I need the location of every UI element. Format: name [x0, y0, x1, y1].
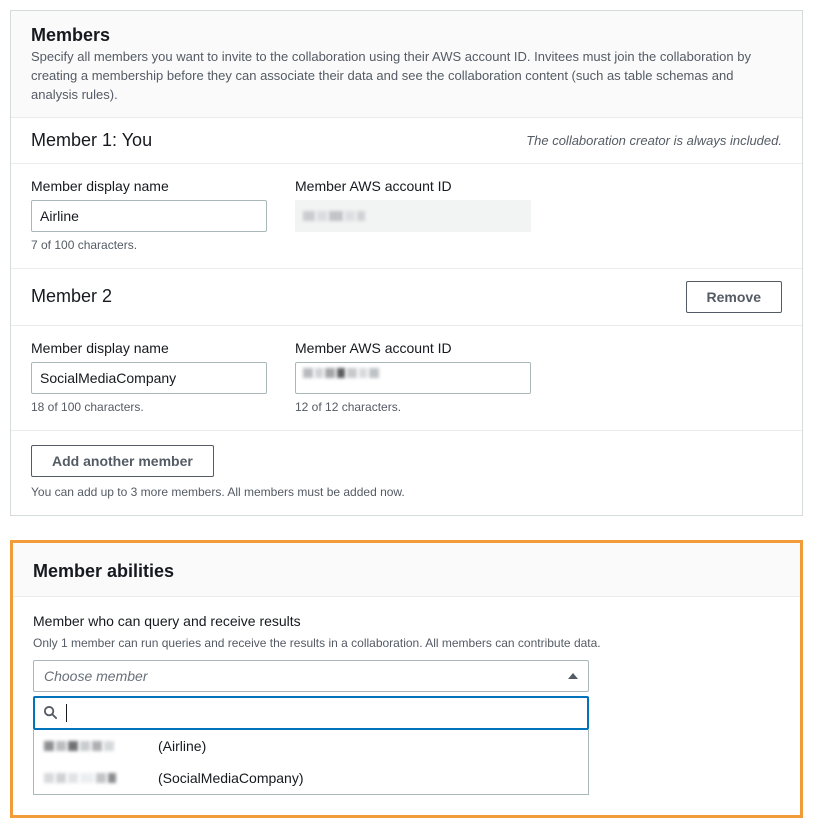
remove-button[interactable]: Remove [686, 281, 782, 313]
member1-section: Member display name 7 of 100 characters.… [11, 164, 802, 269]
member1-header: Member 1: You The collaboration creator … [11, 118, 802, 164]
member-search-box[interactable] [33, 696, 589, 730]
member-abilities-body: Member who can query and receive results… [13, 597, 800, 815]
members-panel: Members Specify all members you want to … [10, 10, 803, 516]
abilities-field-desc: Only 1 member can run queries and receiv… [33, 635, 780, 652]
member2-header: Member 2 Remove [11, 269, 802, 326]
members-title: Members [31, 25, 782, 46]
member-abilities-title: Member abilities [33, 561, 780, 582]
member-dropdown-list: (Airline) (SocialMediaCompany) [33, 730, 589, 795]
member1-note: The collaboration creator is always incl… [526, 133, 782, 148]
redacted-account-id [44, 741, 144, 751]
abilities-field-label: Member who can query and receive results [33, 613, 780, 629]
member2-display-name-input[interactable] [31, 362, 267, 394]
search-icon [43, 705, 58, 720]
dropdown-option-airline[interactable]: (Airline) [34, 730, 588, 762]
member1-account-id-label: Member AWS account ID [295, 178, 531, 194]
member1-display-name-input[interactable] [31, 200, 267, 232]
member1-account-id-readonly [295, 200, 531, 232]
text-cursor [66, 704, 67, 722]
member2-account-id-input[interactable] [295, 362, 531, 394]
member2-account-id-label: Member AWS account ID [295, 340, 531, 356]
dropdown-option-label: (SocialMediaCompany) [158, 770, 304, 786]
member1-display-name-counter: 7 of 100 characters. [31, 238, 267, 252]
member-abilities-header: Member abilities [13, 543, 800, 597]
dropdown-option-socialmediacompany[interactable]: (SocialMediaCompany) [34, 762, 588, 794]
member2-section: Member display name 18 of 100 characters… [11, 326, 802, 431]
choose-member-select[interactable]: Choose member [33, 660, 589, 692]
member1-account-id-field: Member AWS account ID [295, 178, 531, 252]
members-description: Specify all members you want to invite t… [31, 48, 782, 105]
caret-up-icon [568, 673, 578, 679]
member2-heading: Member 2 [31, 286, 112, 307]
redacted-account-id [44, 773, 144, 783]
add-member-hint: You can add up to 3 more members. All me… [31, 485, 782, 499]
member2-display-name-label: Member display name [31, 340, 267, 356]
member1-display-name-field: Member display name 7 of 100 characters. [31, 178, 267, 252]
redacted-account-id [303, 368, 379, 378]
member1-heading: Member 1: You [31, 130, 152, 151]
add-another-member-button[interactable]: Add another member [31, 445, 214, 477]
member-abilities-highlight: Member abilities Member who can query an… [10, 540, 803, 818]
member2-display-name-counter: 18 of 100 characters. [31, 400, 267, 414]
choose-member-placeholder: Choose member [44, 668, 148, 684]
member1-display-name-label: Member display name [31, 178, 267, 194]
members-panel-header: Members Specify all members you want to … [11, 11, 802, 118]
member2-account-id-counter: 12 of 12 characters. [295, 400, 531, 414]
dropdown-option-label: (Airline) [158, 738, 206, 754]
member-abilities-panel: Member abilities Member who can query an… [13, 543, 800, 815]
add-member-section: Add another member You can add up to 3 m… [11, 431, 802, 515]
member2-display-name-field: Member display name 18 of 100 characters… [31, 340, 267, 414]
member2-account-id-field: Member AWS account ID 12 of 12 character… [295, 340, 531, 414]
redacted-account-id [303, 211, 365, 221]
member-search-input[interactable] [75, 698, 579, 728]
